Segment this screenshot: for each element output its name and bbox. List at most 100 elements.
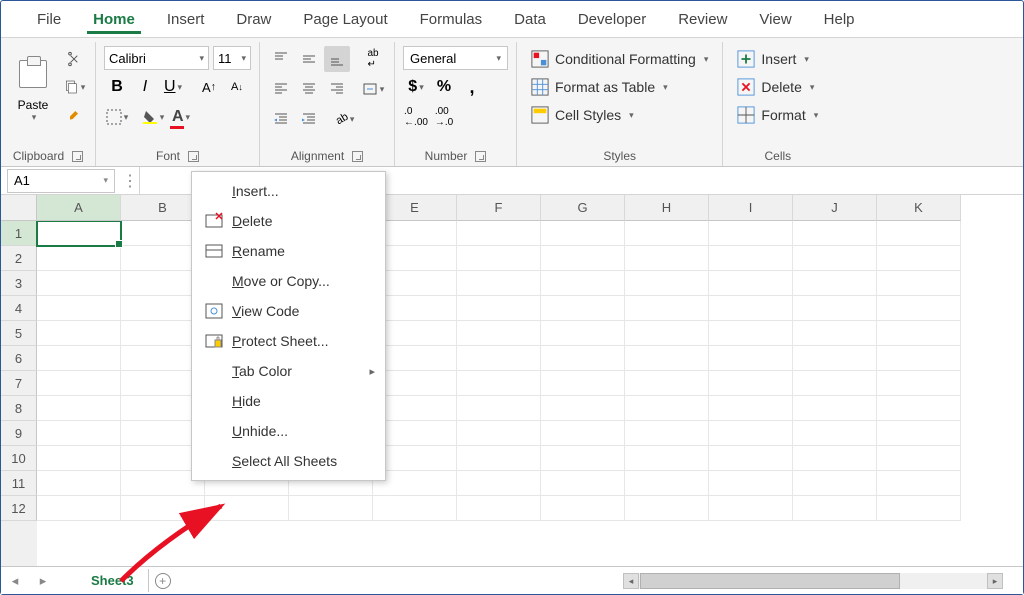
tab-formulas[interactable]: Formulas: [404, 5, 499, 34]
cell[interactable]: [121, 496, 205, 521]
row-header-4[interactable]: 4: [1, 296, 37, 321]
cell[interactable]: [709, 396, 793, 421]
cell[interactable]: [877, 271, 961, 296]
cell[interactable]: [457, 346, 541, 371]
horizontal-scrollbar[interactable]: ◂ ▸: [623, 573, 1003, 589]
cell[interactable]: [877, 221, 961, 246]
cell[interactable]: [37, 321, 121, 346]
cell[interactable]: [457, 421, 541, 446]
decrease-indent-button[interactable]: [268, 106, 294, 132]
delete-cells-button[interactable]: Delete▾: [731, 74, 824, 100]
row-header-9[interactable]: 9: [1, 421, 37, 446]
cell[interactable]: [37, 346, 121, 371]
cell[interactable]: [541, 421, 625, 446]
row-header-8[interactable]: 8: [1, 396, 37, 421]
cell[interactable]: [625, 271, 709, 296]
new-sheet-button[interactable]: +: [149, 567, 177, 595]
borders-button[interactable]: ▾: [104, 104, 130, 130]
tab-draw[interactable]: Draw: [220, 5, 287, 34]
dialog-launcher-icon[interactable]: [188, 151, 199, 162]
cell[interactable]: [877, 496, 961, 521]
currency-button[interactable]: $▾: [403, 74, 429, 100]
tab-data[interactable]: Data: [498, 5, 562, 34]
cell[interactable]: [541, 446, 625, 471]
decrease-decimal-button[interactable]: .00→.0: [431, 104, 457, 130]
tab-home[interactable]: Home: [77, 5, 151, 34]
cell[interactable]: [709, 421, 793, 446]
cell[interactable]: [37, 271, 121, 296]
cell[interactable]: [37, 471, 121, 496]
cell[interactable]: [709, 321, 793, 346]
scroll-right-arrow[interactable]: ▸: [987, 573, 1003, 589]
increase-decimal-button[interactable]: .0←.00: [403, 104, 429, 130]
cell[interactable]: [457, 446, 541, 471]
menu-rename[interactable]: Rename: [192, 236, 385, 266]
cell[interactable]: [625, 221, 709, 246]
formula-dots-icon[interactable]: ⋮: [121, 171, 139, 191]
tab-view[interactable]: View: [743, 5, 807, 34]
row-header-3[interactable]: 3: [1, 271, 37, 296]
menu-insert[interactable]: Insert...: [192, 176, 385, 206]
cell[interactable]: [625, 471, 709, 496]
cell[interactable]: [793, 371, 877, 396]
cell[interactable]: [877, 421, 961, 446]
insert-cells-button[interactable]: Insert▾: [731, 46, 824, 72]
tab-review[interactable]: Review: [662, 5, 743, 34]
cell[interactable]: [709, 346, 793, 371]
scroll-thumb[interactable]: [640, 573, 900, 589]
cell[interactable]: [457, 271, 541, 296]
cell[interactable]: [37, 446, 121, 471]
italic-button[interactable]: I: [132, 74, 158, 100]
cell[interactable]: [625, 346, 709, 371]
cell[interactable]: [709, 446, 793, 471]
cell[interactable]: [793, 396, 877, 421]
cell[interactable]: [793, 446, 877, 471]
tab-insert[interactable]: Insert: [151, 5, 221, 34]
cell[interactable]: [457, 221, 541, 246]
sheet-nav-prev[interactable]: ◂: [1, 573, 29, 589]
cell[interactable]: [541, 396, 625, 421]
tab-help[interactable]: Help: [808, 5, 871, 34]
cell[interactable]: [541, 321, 625, 346]
col-header-f[interactable]: F: [457, 195, 541, 221]
format-cells-button[interactable]: Format▾: [731, 102, 824, 128]
tab-developer[interactable]: Developer: [562, 5, 662, 34]
font-size-dropdown[interactable]: 11▾: [213, 46, 251, 70]
row-header-1[interactable]: 1: [1, 221, 37, 246]
cell-a1[interactable]: [37, 221, 121, 246]
underline-button[interactable]: U▾: [160, 74, 186, 100]
cell[interactable]: [877, 296, 961, 321]
cell[interactable]: [709, 221, 793, 246]
cell[interactable]: [625, 496, 709, 521]
cell[interactable]: [793, 296, 877, 321]
dialog-launcher-icon[interactable]: [72, 151, 83, 162]
cell[interactable]: [625, 296, 709, 321]
row-header-7[interactable]: 7: [1, 371, 37, 396]
cell[interactable]: [205, 496, 289, 521]
cell[interactable]: [37, 396, 121, 421]
cell[interactable]: [37, 421, 121, 446]
cell[interactable]: [877, 471, 961, 496]
cell[interactable]: [793, 421, 877, 446]
cell[interactable]: [793, 321, 877, 346]
cell[interactable]: [877, 346, 961, 371]
cell[interactable]: [877, 371, 961, 396]
cell[interactable]: [793, 246, 877, 271]
cell[interactable]: [37, 246, 121, 271]
cell[interactable]: [709, 371, 793, 396]
cell[interactable]: [793, 271, 877, 296]
font-color-button[interactable]: A▾: [168, 104, 194, 130]
cell[interactable]: [457, 246, 541, 271]
col-header-a[interactable]: A: [37, 195, 121, 221]
cell[interactable]: [625, 371, 709, 396]
increase-font-button[interactable]: A↑: [196, 74, 222, 100]
cell[interactable]: [541, 471, 625, 496]
percent-button[interactable]: %: [431, 74, 457, 100]
increase-indent-button[interactable]: [296, 106, 322, 132]
cell[interactable]: [541, 246, 625, 271]
dialog-launcher-icon[interactable]: [475, 151, 486, 162]
row-header-12[interactable]: 12: [1, 496, 37, 521]
merge-center-button[interactable]: ▾: [360, 76, 386, 102]
col-header-h[interactable]: H: [625, 195, 709, 221]
format-painter-button[interactable]: [61, 102, 87, 128]
